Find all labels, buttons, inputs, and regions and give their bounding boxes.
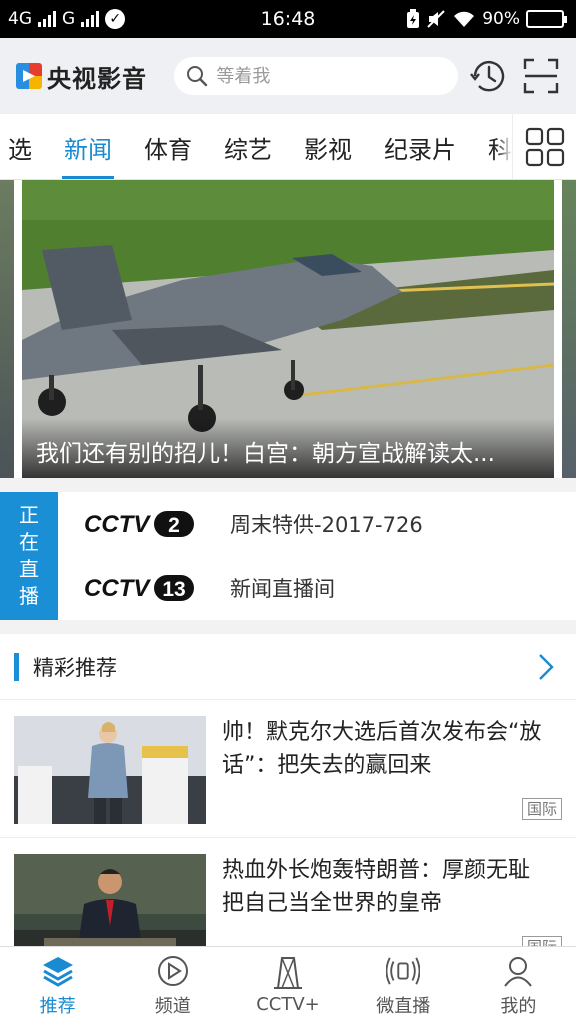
nav-mine[interactable]: 我的 [461,947,576,1024]
tab-category[interactable]: 影视 [288,114,368,179]
cctv13-logo: CCTV 13 [84,574,196,602]
channel-logo-text: CCTV [84,511,151,538]
nav-cctv-plus[interactable]: CCTV+ [230,947,345,1024]
channel-logo-text: CCTV [84,575,151,602]
search-input[interactable] [216,65,447,87]
news-title: 帅！默克尔大选后首次发布会“放话”：把失去的赢回来 [222,720,542,778]
nav-channels[interactable]: 频道 [115,947,230,1024]
tv-building-icon [271,956,305,990]
tab-category[interactable]: 体育 [128,114,208,179]
live-badge-char: 直 [19,557,39,581]
bottom-nav: 推荐 频道 CCTV+ 微直播 我的 [0,946,576,1024]
check-circle-icon: ✓ [105,9,126,29]
chevron-right-icon[interactable] [534,652,558,682]
nav-label: 频道 [154,995,191,1017]
banner-carousel[interactable]: 我们还有别的招儿！白宫：朝方宣战解读太... [0,180,576,478]
news-title: 热血外长炮轰特朗普：厚颜无耻把自己当全世界的皇帝 [222,858,531,916]
scan-button[interactable] [520,54,562,98]
tab-category[interactable]: 综艺 [208,114,288,179]
layers-icon [41,954,75,988]
live-badge-char: 正 [19,503,39,527]
search-icon [187,66,208,87]
broadcast-icon [386,954,421,988]
network-type-2: G [62,9,76,29]
nav-label: 我的 [500,995,537,1017]
tab-category[interactable]: 纪录片 [368,114,472,179]
status-bar: 4G G ✓ 16:48 90% [0,0,576,38]
wifi-icon [454,11,475,27]
tab-category[interactable]: 新闻 [48,114,128,179]
all-categories-button[interactable] [512,114,576,179]
nav-label: 推荐 [39,995,76,1017]
user-icon [501,954,535,988]
signal-icon-2 [81,11,100,27]
tab-track: 选新闻 体育 综艺 影视 纪录片科 [0,114,528,179]
signal-icon [38,11,56,27]
grid-icon [525,127,564,167]
live-badge-char: 在 [19,530,39,554]
channel-number: 2 [168,514,180,537]
recommend-title: 精彩推荐 [33,655,117,680]
section-accent-bar [14,652,19,681]
logo-mark-icon [16,63,42,89]
app-header: 央视影音 [0,38,576,114]
recommend-header[interactable]: 精彩推荐 [0,634,576,700]
tab-category[interactable]: 选 [0,114,48,179]
news-thumbnail [14,716,206,824]
live-channel-list: CCTV 2 周末特供-2017-726 CCTV 13 新闻直播间 [58,492,576,620]
search-bar[interactable] [174,57,459,95]
live-section: 正 在 直 播 CCTV 2 周末特供-2017-726 CCTV 13 新闻直… [0,492,576,620]
status-left: 4G G ✓ [8,9,126,29]
app-logo[interactable]: 央视影音 [16,59,160,94]
play-circle-icon [156,954,190,988]
live-badge-char: 播 [19,584,39,608]
scan-icon [523,58,559,94]
network-type-1: 4G [8,9,32,29]
live-channel-row[interactable]: CCTV 2 周末特供-2017-726 [58,492,576,556]
live-program-title: 周末特供-2017-726 [230,513,423,537]
history-button[interactable] [468,54,510,98]
live-badge: 正 在 直 播 [0,492,58,620]
list-item[interactable]: 帅！默克尔大选后首次发布会“放话”：把失去的赢回来 国际 [0,700,576,838]
banner-next-peek[interactable] [562,180,576,478]
channel-number: 13 [162,578,185,601]
status-right: 90% [406,9,567,29]
mute-icon [427,10,445,28]
nav-recommend[interactable]: 推荐 [0,947,115,1024]
banner-slide[interactable]: 我们还有别的招儿！白宫：朝方宣战解读太... [22,180,554,478]
live-channel-row[interactable]: CCTV 13 新闻直播间 [58,556,576,620]
cctv2-logo: CCTV 2 [84,510,196,538]
battery-charging-icon [407,9,420,28]
logo-text: 央视影音 [47,64,147,93]
list-item[interactable]: 热血外长炮轰特朗普：厚颜无耻把自己当全世界的皇帝 国际 [0,838,576,948]
news-thumbnail [14,854,206,948]
nav-micro-live[interactable]: 微直播 [346,947,461,1024]
battery-percent: 90% [482,9,520,29]
banner-caption: 我们还有别的招儿！白宫：朝方宣战解读太... [22,418,554,478]
live-program-title: 新闻直播间 [230,577,335,601]
nav-label: 微直播 [376,995,431,1017]
recommend-list: 帅！默克尔大选后首次发布会“放话”：把失去的赢回来 国际 热血外长炮轰特朗普：厚… [0,700,576,948]
category-tabs: 选新闻 体育 综艺 影视 纪录片科 [0,114,576,180]
battery-icon [526,10,567,28]
nav-label: CCTV+ [256,994,320,1015]
banner-prev-peek[interactable] [0,180,14,478]
news-category-tag: 国际 [521,798,562,820]
history-clock-icon [470,61,505,92]
